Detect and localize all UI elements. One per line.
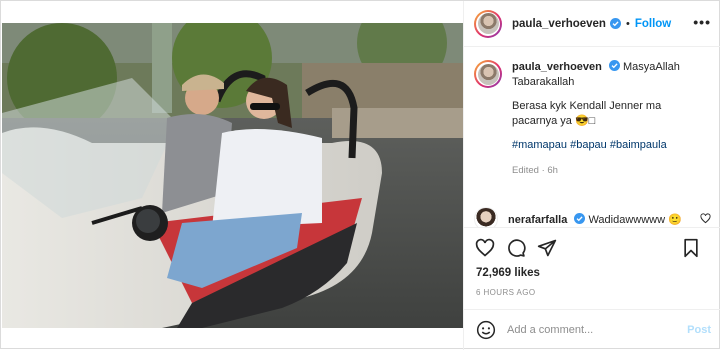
caption-body: paula_verhoeven MasyaAllah Tabarakallah … — [512, 60, 709, 178]
heart-icon — [475, 238, 495, 257]
post-header: paula_verhoeven • Follow ••• — [464, 1, 720, 47]
comments-section: paula_verhoeven MasyaAllah Tabarakallah … — [464, 48, 720, 227]
verified-badge-icon — [574, 212, 586, 224]
paper-plane-icon — [537, 239, 557, 256]
caption-avatar[interactable] — [474, 60, 502, 88]
caption-line2: Berasa kyk Kendall Jenner ma pacarnya ya… — [512, 100, 662, 127]
save-button[interactable] — [680, 237, 702, 259]
instagram-post-window: paula_verhoeven • Follow ••• paula_verho… — [0, 0, 720, 350]
caption-edited-time: Edited · 6h — [512, 165, 558, 176]
comment-text-wrap: nerafarfalla Wadidawwwww 🙂 — [508, 212, 682, 226]
share-button[interactable] — [536, 237, 558, 259]
avatar-image — [477, 13, 499, 34]
add-comment-bar: Post — [464, 309, 720, 349]
comment-text: Wadidawwwww 🙂 — [588, 213, 682, 226]
post-comment-button[interactable]: Post — [687, 324, 711, 336]
action-bar — [464, 227, 720, 267]
caption-avatar-image — [477, 63, 499, 85]
author-avatar[interactable] — [474, 9, 502, 38]
post-photo-image — [2, 23, 463, 328]
commenter-username[interactable]: nerafarfalla — [508, 214, 567, 226]
post-time[interactable]: 6 HOURS AGO — [476, 288, 536, 297]
caption-avatar-ring-inner — [476, 62, 500, 86]
comment-item: nerafarfalla Wadidawwwww 🙂 — [474, 207, 711, 227]
comment-icon — [508, 238, 526, 257]
verified-badge-icon — [609, 18, 621, 29]
header-separator: • — [625, 17, 630, 30]
comment-button[interactable] — [505, 237, 527, 259]
caption: paula_verhoeven MasyaAllah Tabarakallah … — [474, 60, 709, 178]
comment-input[interactable] — [507, 323, 677, 336]
verified-badge-icon — [608, 60, 620, 71]
follow-button[interactable]: Follow — [635, 18, 671, 30]
caption-hashtags[interactable]: #mamapau #bapau #baimpaula — [512, 138, 709, 153]
commenter-avatar[interactable] — [474, 207, 498, 227]
caption-username[interactable]: paula_verhoeven — [512, 61, 602, 73]
avatar-ring-inner — [476, 11, 500, 36]
caption-first-line: paula_verhoeven MasyaAllah Tabarakallah — [512, 60, 709, 90]
post-details-panel: paula_verhoeven • Follow ••• paula_verho… — [463, 1, 720, 350]
bookmark-icon — [684, 238, 698, 258]
likes-count[interactable]: 72,969 likes — [476, 267, 540, 279]
like-button[interactable] — [474, 237, 496, 259]
more-options-button[interactable]: ••• — [693, 14, 711, 30]
comment-like-heart-icon[interactable] — [700, 213, 711, 224]
author-username[interactable]: paula_verhoeven — [512, 18, 606, 30]
smiley-icon[interactable] — [476, 320, 496, 340]
post-photo[interactable] — [2, 23, 463, 328]
